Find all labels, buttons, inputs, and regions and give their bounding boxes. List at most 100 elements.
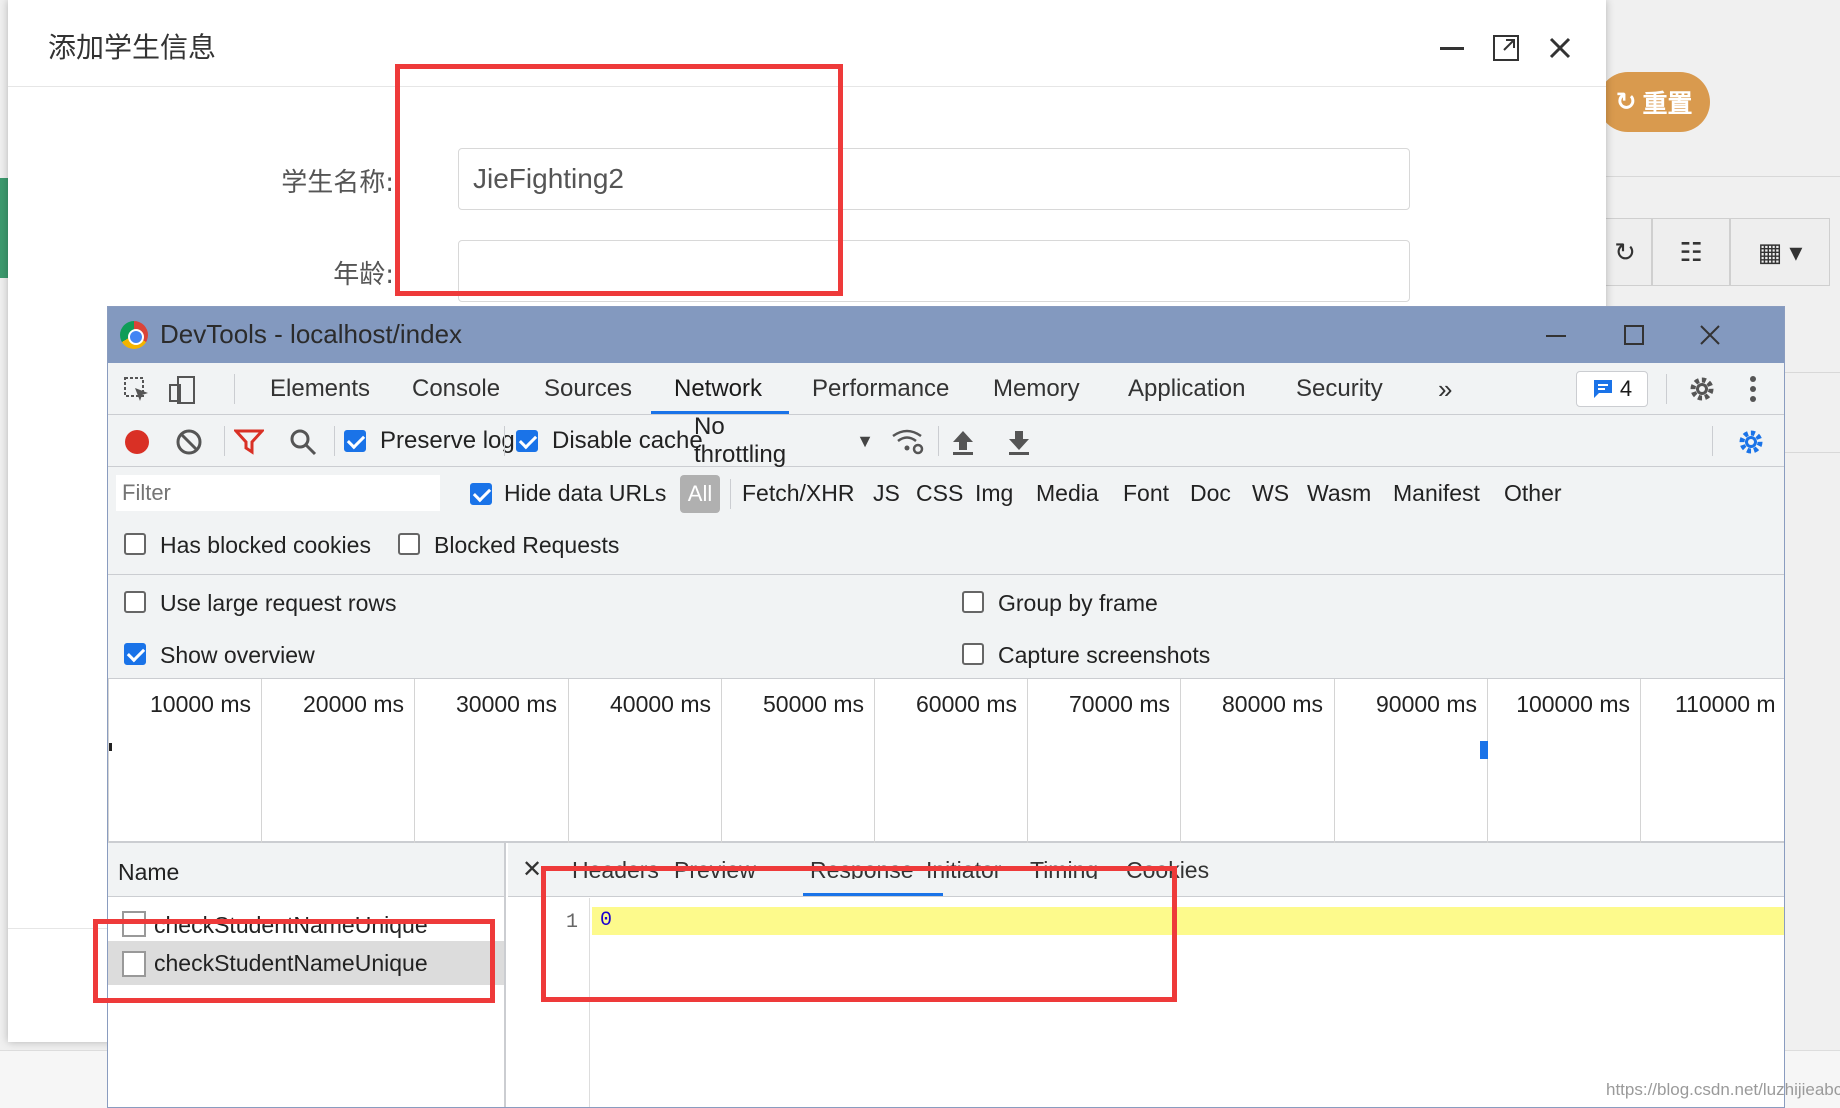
large-rows-label: Use large request rows [160, 589, 397, 616]
tab-sources[interactable]: Sources [544, 363, 632, 415]
import-har-button[interactable] [948, 427, 978, 457]
filter-other[interactable]: Other [1504, 473, 1562, 513]
overview-grid-column: 100000 ms [1487, 679, 1640, 843]
preserve-log-checkbox[interactable] [344, 430, 366, 452]
name-column-header[interactable]: Name [108, 843, 504, 897]
separator [1666, 374, 1667, 404]
message-icon [1593, 380, 1612, 398]
throttling-value: No throttling [694, 413, 787, 468]
filter-img[interactable]: Img [975, 473, 1013, 513]
network-filter-bar: Hide data URLs All Fetch/XHR JS CSS Img … [108, 467, 1784, 575]
tab-network[interactable]: Network [674, 363, 762, 415]
blocked-requests-checkbox[interactable] [398, 533, 420, 555]
filter-input[interactable] [116, 475, 440, 511]
filter-doc[interactable]: Doc [1190, 473, 1231, 513]
record-icon [125, 430, 149, 454]
reset-button[interactable]: ↻ 重置 [1598, 72, 1710, 132]
filter-fetch-xhr[interactable]: Fetch/XHR [742, 473, 854, 513]
close-icon [1700, 325, 1720, 345]
maximize-button[interactable] [1488, 30, 1524, 66]
chrome-logo-icon [120, 321, 148, 349]
columns-dropdown-button[interactable]: ▦ ▾ [1730, 218, 1830, 286]
download-icon [1009, 431, 1029, 455]
upload-icon [953, 431, 973, 455]
preserve-log-label: Preserve log [380, 427, 515, 454]
window-maximize-button[interactable] [1604, 315, 1664, 355]
window-close-button[interactable] [1680, 315, 1740, 355]
modal-title: 添加学生信息 [48, 31, 217, 64]
overview-tick-label: 90000 ms [1375, 691, 1477, 717]
tab-application[interactable]: Application [1128, 363, 1245, 415]
clear-button[interactable] [174, 427, 204, 457]
filter-wasm[interactable]: Wasm [1307, 473, 1371, 513]
table-toolbar: ↻ ☷ ▦ ▾ [1598, 218, 1830, 286]
throttling-select[interactable]: No throttling ▼ [694, 413, 874, 468]
tab-console[interactable]: Console [412, 363, 500, 415]
close-detail-button[interactable]: ✕ [522, 855, 542, 884]
filter-font[interactable]: Font [1123, 473, 1169, 513]
filter-manifest[interactable]: Manifest [1393, 473, 1480, 513]
overview-tick-label: 80000 ms [1221, 691, 1323, 717]
tab-performance[interactable]: Performance [812, 363, 949, 415]
network-settings-button[interactable] [1734, 425, 1768, 459]
tab-elements[interactable]: Elements [270, 363, 370, 415]
inspect-element-button[interactable] [120, 373, 154, 407]
close-button[interactable] [1542, 30, 1578, 66]
issues-button[interactable]: 4 [1576, 371, 1648, 407]
cursor-select-icon [124, 377, 148, 401]
filter-all-button[interactable]: All [680, 475, 720, 513]
filter-css[interactable]: CSS [916, 473, 963, 513]
filter-toggle-button[interactable] [232, 427, 266, 457]
minimize-button[interactable] [1434, 30, 1470, 66]
separator [1712, 426, 1713, 456]
maximize-icon [1493, 35, 1519, 61]
device-toolbar-button[interactable] [166, 373, 200, 407]
watermark: https://blog.csdn.net/luzhijieabc [1606, 1080, 1840, 1099]
overview-grid-column: 20000 ms [261, 679, 414, 843]
network-overview-timeline[interactable]: 10000 ms 20000 ms 30000 ms 40000 ms 50000 ms… [108, 679, 1784, 843]
network-toolbar: Preserve log Disable cache No throttling… [108, 413, 1784, 468]
close-icon [1549, 37, 1571, 59]
more-tabs-button[interactable]: » [1438, 363, 1452, 415]
show-overview-checkbox[interactable] [124, 643, 146, 665]
group-by-frame-checkbox[interactable] [962, 591, 984, 613]
overview-tick-label: 20000 ms [302, 691, 404, 717]
dropdown-arrow-icon: ▼ [856, 430, 874, 451]
record-button[interactable] [122, 427, 152, 457]
kebab-menu-icon [1750, 376, 1756, 402]
filter-media[interactable]: Media [1036, 473, 1099, 513]
separator [224, 426, 225, 456]
toggle-view-button[interactable]: ☷ [1652, 218, 1730, 286]
disable-cache-checkbox[interactable] [516, 430, 538, 452]
overview-tick-label: 110000 m [1675, 691, 1776, 717]
network-conditions-button[interactable] [890, 427, 926, 457]
window-minimize-button[interactable] [1526, 315, 1586, 355]
capture-screenshots-checkbox[interactable] [962, 643, 984, 665]
chevron-double-right-icon: » [1438, 373, 1453, 404]
filter-js[interactable]: JS [873, 473, 900, 513]
annotation-box [395, 64, 843, 296]
filter-ws[interactable]: WS [1252, 473, 1289, 513]
show-overview-label: Show overview [160, 641, 315, 668]
devtools-menu-button[interactable] [1738, 371, 1768, 407]
tab-memory[interactable]: Memory [993, 363, 1080, 415]
has-blocked-cookies-checkbox[interactable] [124, 533, 146, 555]
tab-security[interactable]: Security [1296, 363, 1383, 415]
search-button[interactable] [288, 427, 318, 457]
list-icon: ☷ [1679, 236, 1703, 267]
overview-tick-label: 30000 ms [455, 691, 557, 717]
separator [938, 426, 939, 456]
hide-data-urls-checkbox[interactable] [470, 483, 492, 505]
overview-grid-column: 110000 m [1640, 679, 1784, 843]
devtools-titlebar: DevTools - localhost/index [108, 307, 1784, 363]
maximize-icon [1624, 325, 1644, 345]
device-icon [169, 376, 195, 404]
large-rows-checkbox[interactable] [124, 591, 146, 613]
devtools-settings-button[interactable] [1682, 371, 1722, 407]
export-har-button[interactable] [1004, 427, 1034, 457]
overview-grid-column: 60000 ms [874, 679, 1027, 843]
filter-icon [234, 429, 264, 455]
devtools-tabbar: Elements Console Sources Network Perform… [108, 363, 1784, 415]
refresh-button[interactable]: ↻ [1598, 218, 1652, 286]
gear-icon [1690, 377, 1714, 401]
